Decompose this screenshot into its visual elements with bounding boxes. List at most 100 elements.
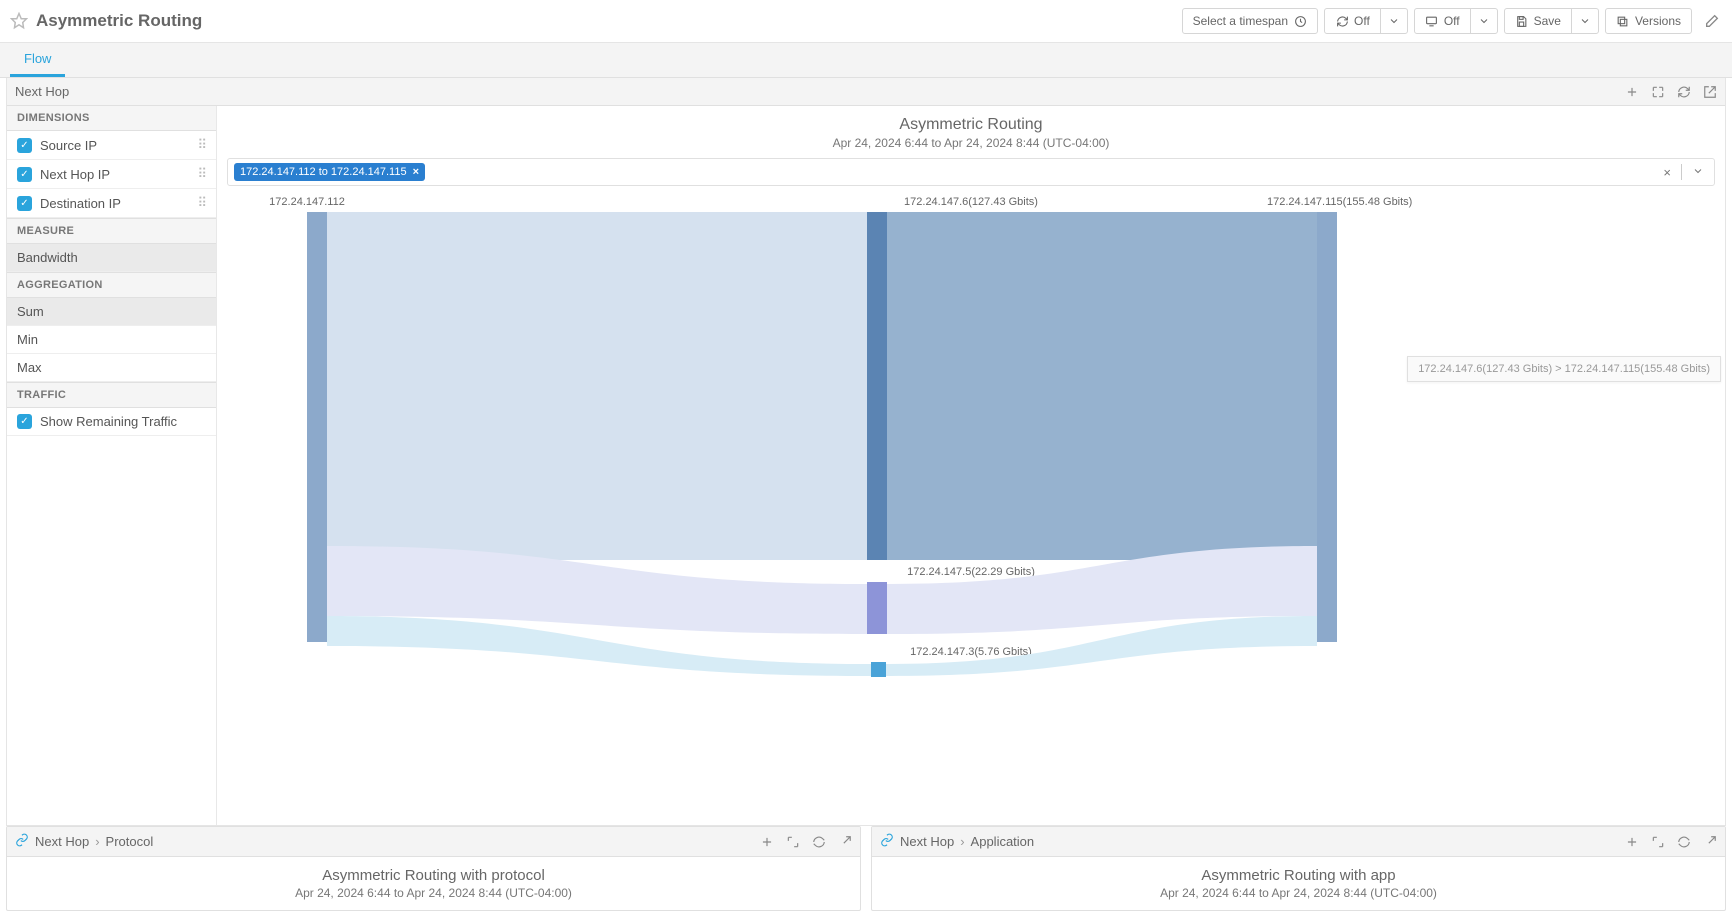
link-icon[interactable]	[15, 833, 29, 850]
link-icon[interactable]	[880, 833, 894, 850]
panel-body-application: Asymmetric Routing with app Apr 24, 2024…	[872, 857, 1725, 910]
agg-max[interactable]: Max	[7, 354, 216, 382]
bottom-panel-protocol: Next Hop › Protocol Asymmetric Routing w…	[6, 826, 861, 911]
separator	[1681, 164, 1682, 180]
sankey-node-hop6[interactable]	[867, 212, 887, 560]
checkbox-checked-icon[interactable]: ✓	[17, 167, 32, 182]
dimension-label: Next Hop IP	[40, 167, 110, 182]
close-icon[interactable]: ×	[413, 166, 419, 178]
sankey-tooltip: 172.24.147.6(127.43 Gbits) > 172.24.147.…	[1407, 356, 1721, 382]
traffic-show-remaining[interactable]: ✓ Show Remaining Traffic	[7, 408, 216, 436]
breadcrumb: Next Hop › Application	[880, 833, 1625, 850]
checkbox-checked-icon[interactable]: ✓	[17, 138, 32, 153]
chart-wrap: Asymmetric Routing Apr 24, 2024 6:44 to …	[217, 106, 1725, 825]
dimension-source-ip[interactable]: ✓ Source IP ⠿	[7, 131, 216, 160]
drag-handle-icon[interactable]: ⠿	[197, 166, 206, 182]
drag-handle-icon[interactable]: ⠿	[197, 195, 206, 211]
tab-flow[interactable]: Flow	[10, 43, 65, 77]
sankey-link-h3-dst[interactable]	[886, 616, 1317, 686]
chart-title: Asymmetric Routing	[217, 116, 1725, 134]
export-icon[interactable]	[1703, 835, 1717, 849]
expand-icon[interactable]	[1651, 835, 1665, 849]
sankey-node-hop3[interactable]	[871, 662, 886, 677]
clear-filters-icon[interactable]: ×	[1659, 165, 1675, 180]
panel-body: DIMENSIONS ✓ Source IP ⠿ ✓ Next Hop IP ⠿…	[7, 106, 1725, 825]
sankey-link-h6-dst[interactable]	[887, 212, 1317, 560]
save-button[interactable]: Save	[1504, 8, 1572, 34]
panel-body-protocol: Asymmetric Routing with protocol Apr 24,…	[7, 857, 860, 910]
save-icon	[1515, 14, 1529, 28]
save-dropdown[interactable]	[1571, 8, 1599, 34]
panel-header-application: Next Hop › Application	[872, 827, 1725, 857]
refresh-icon[interactable]	[1677, 835, 1691, 849]
display-icon	[1425, 14, 1439, 28]
expand-icon[interactable]	[1651, 85, 1665, 99]
sankey-link-src-h6[interactable]	[327, 212, 867, 560]
export-icon[interactable]	[838, 835, 852, 849]
live-dropdown[interactable]	[1470, 8, 1498, 34]
autorefresh-group: Off	[1324, 8, 1408, 34]
refresh-icon	[1335, 14, 1349, 28]
panel-header-next-hop: Next Hop	[7, 78, 1725, 106]
sankey-chart[interactable]: 172.24.147.112 172.24.147.6(127.43 Gbits…	[227, 196, 1715, 815]
expand-icon[interactable]	[786, 835, 800, 849]
crumb-2[interactable]: Application	[971, 834, 1035, 849]
bottom-panel-application: Next Hop › Application Asymmetric Routin…	[871, 826, 1726, 911]
subpanel-subtitle: Apr 24, 2024 6:44 to Apr 24, 2024 8:44 (…	[17, 886, 850, 900]
export-icon[interactable]	[1703, 85, 1717, 99]
dimensions-header: DIMENSIONS	[7, 106, 216, 131]
crumb-1[interactable]: Next Hop	[900, 834, 954, 849]
chevron-down-icon	[1477, 14, 1491, 28]
sidebar: DIMENSIONS ✓ Source IP ⠿ ✓ Next Hop IP ⠿…	[7, 106, 217, 825]
timespan-label: Select a timespan	[1193, 14, 1288, 28]
subpanel-subtitle: Apr 24, 2024 6:44 to Apr 24, 2024 8:44 (…	[882, 886, 1715, 900]
agg-sum[interactable]: Sum	[7, 298, 216, 326]
checkbox-checked-icon[interactable]: ✓	[17, 414, 32, 429]
aggregation-header: AGGREGATION	[7, 272, 216, 298]
add-icon[interactable]	[1625, 85, 1639, 99]
refresh-icon[interactable]	[812, 835, 826, 849]
chevron-down-icon	[1578, 14, 1592, 28]
autorefresh-dropdown[interactable]	[1380, 8, 1408, 34]
chart-title-block: Asymmetric Routing Apr 24, 2024 6:44 to …	[217, 106, 1725, 152]
panel-header-protocol: Next Hop › Protocol	[7, 827, 860, 857]
add-icon[interactable]	[760, 835, 774, 849]
crumb-1[interactable]: Next Hop	[35, 834, 89, 849]
tabs-bar: Flow	[0, 43, 1732, 78]
timespan-button[interactable]: Select a timespan	[1182, 8, 1318, 34]
sankey-node-source[interactable]	[307, 212, 327, 642]
dimension-next-hop-ip[interactable]: ✓ Next Hop IP ⠿	[7, 160, 216, 189]
favorite-star-icon[interactable]	[10, 12, 28, 30]
top-toolbar: Asymmetric Routing Select a timespan Off…	[0, 0, 1732, 43]
chevron-down-icon[interactable]	[1688, 165, 1708, 180]
crumb-2[interactable]: Protocol	[106, 834, 154, 849]
dimension-label: Destination IP	[40, 196, 121, 211]
chevron-down-icon	[1387, 14, 1401, 28]
subpanel-title: Asymmetric Routing with protocol	[17, 867, 850, 884]
panel-actions	[760, 835, 852, 849]
dimension-destination-ip[interactable]: ✓ Destination IP ⠿	[7, 189, 216, 218]
measure-bandwidth[interactable]: Bandwidth	[7, 244, 216, 272]
agg-min[interactable]: Min	[7, 326, 216, 354]
refresh-icon[interactable]	[1677, 85, 1691, 99]
drag-handle-icon[interactable]: ⠿	[197, 137, 206, 153]
edit-icon[interactable]	[1702, 11, 1722, 31]
live-button[interactable]: Off	[1414, 8, 1471, 34]
chart-subtitle: Apr 24, 2024 6:44 to Apr 24, 2024 8:44 (…	[217, 136, 1725, 150]
upper-panel: Next Hop DIMENSIONS ✓ Source IP ⠿ ✓ Next	[6, 78, 1726, 826]
autorefresh-button[interactable]: Off	[1324, 8, 1381, 34]
versions-label: Versions	[1635, 14, 1681, 28]
chevron-right-icon: ›	[960, 834, 964, 849]
chevron-right-icon: ›	[95, 834, 99, 849]
measure-header: MEASURE	[7, 218, 216, 244]
filter-chip[interactable]: 172.24.147.112 to 172.24.147.115 ×	[234, 163, 425, 181]
live-group: Off	[1414, 8, 1498, 34]
versions-button[interactable]: Versions	[1605, 8, 1692, 34]
sankey-link-src-h3[interactable]	[327, 616, 871, 686]
page-title: Asymmetric Routing	[36, 11, 202, 31]
bottom-row: Next Hop › Protocol Asymmetric Routing w…	[0, 826, 1732, 911]
sankey-node-dest[interactable]	[1317, 212, 1337, 642]
checkbox-checked-icon[interactable]: ✓	[17, 196, 32, 211]
filter-chip-label: 172.24.147.112 to 172.24.147.115	[240, 166, 407, 178]
add-icon[interactable]	[1625, 835, 1639, 849]
